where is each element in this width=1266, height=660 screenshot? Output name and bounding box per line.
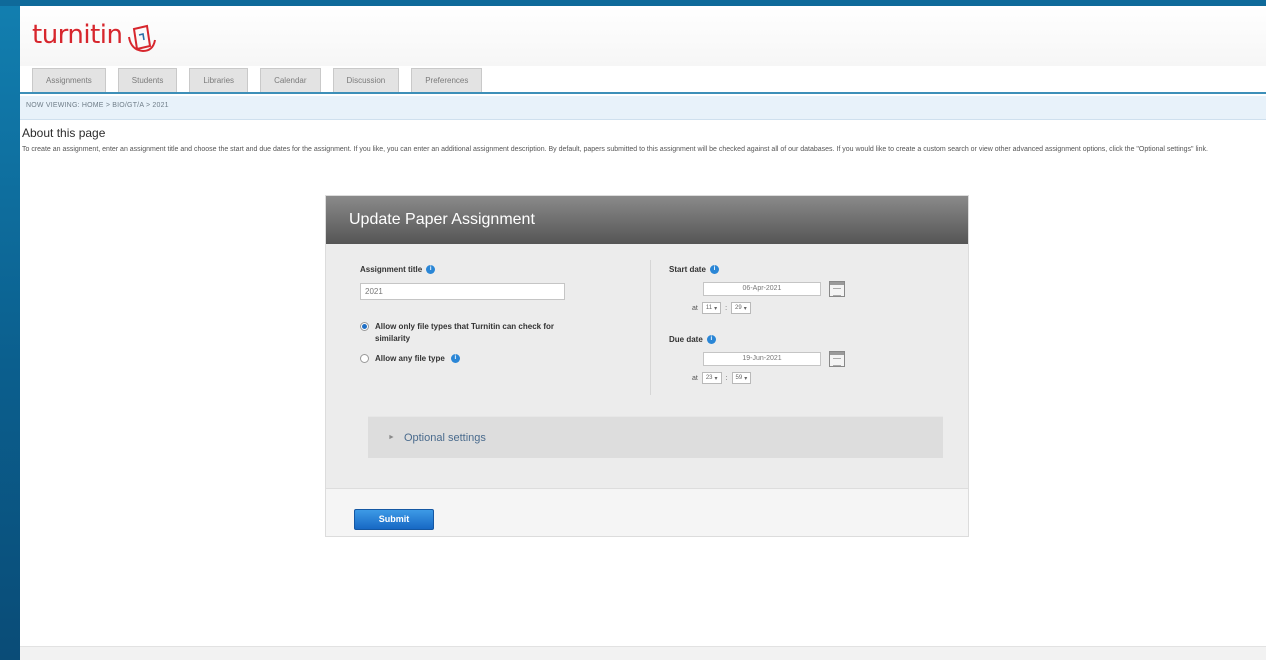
due-date-label-text: Due date: [669, 335, 703, 344]
due-minute-value: 59: [735, 375, 743, 381]
about-title: About this page: [22, 126, 106, 140]
info-icon[interactable]: i: [426, 265, 436, 274]
desktop-edge: [0, 0, 20, 660]
info-icon[interactable]: i: [450, 354, 460, 363]
panel-body: Assignment title i Allow only file types…: [326, 244, 968, 489]
column-divider: [650, 260, 651, 395]
info-icon[interactable]: i: [706, 335, 716, 344]
due-time: at 23 ▾ : 59 ▾: [692, 372, 752, 384]
info-icon[interactable]: i: [709, 265, 719, 274]
logo-text: turnitin: [32, 20, 123, 50]
at-label: at: [692, 304, 698, 312]
chevron-down-icon: ▾: [714, 305, 718, 312]
about-section: About this page To create an assignment,…: [20, 126, 1266, 156]
time-separator: :: [725, 374, 728, 382]
due-hour-select[interactable]: 23 ▾: [701, 372, 722, 384]
main-tabs: Assignments Students Libraries Calendar …: [20, 66, 1266, 94]
assignment-title-label-text: Assignment title: [360, 265, 423, 274]
breadcrumb: NOW VIEWING: HOME > BIO/GT/A > 2021: [20, 96, 1266, 120]
start-hour-value: 11: [705, 305, 713, 311]
due-date-input[interactable]: 19-Jun-2021: [703, 352, 821, 366]
tab-students[interactable]: Students: [117, 68, 178, 92]
chevron-down-icon: ▾: [744, 375, 748, 382]
radio-similarity[interactable]: [360, 322, 369, 331]
start-hour-select[interactable]: 11 ▾: [701, 302, 722, 314]
radio-similarity-label: Allow only file types that Turnitin can …: [375, 322, 554, 343]
start-date-input[interactable]: 06-Apr-2021: [703, 282, 821, 296]
tab-calendar[interactable]: Calendar: [260, 68, 321, 92]
optional-settings-toggle[interactable]: ► Optional settings: [368, 416, 943, 458]
about-text: To create an assignment, enter an assign…: [22, 146, 1208, 153]
start-minute-value: 29: [735, 305, 742, 311]
submit-button[interactable]: Submit: [354, 509, 434, 530]
start-date-label-text: Start date: [669, 265, 706, 274]
at-label: at: [692, 374, 698, 382]
tab-discussion[interactable]: Discussion: [332, 68, 400, 92]
tab-assignments[interactable]: Assignments: [32, 68, 106, 92]
turnitin-logo[interactable]: turnitin: [32, 18, 159, 58]
tab-preferences[interactable]: Preferences: [411, 68, 483, 92]
panel-title: Update Paper Assignment: [326, 196, 968, 244]
calendar-icon[interactable]: [829, 281, 845, 297]
site-header: turnitin: [20, 6, 1266, 66]
radio-similarity-option[interactable]: Allow only file types that Turnitin can …: [360, 321, 585, 345]
assignment-title-input[interactable]: [360, 283, 565, 300]
radio-any-label: Allow any file type: [375, 354, 445, 363]
chevron-down-icon: ▾: [714, 375, 718, 382]
turnitin-page: turnitin Assignments Students Libraries …: [20, 6, 1266, 660]
radio-any-option[interactable]: Allow any file type i: [360, 353, 460, 365]
due-hour-value: 23: [705, 375, 713, 381]
due-date-label: Due date i: [669, 335, 716, 344]
start-time: at 11 ▾ : 29 ▾: [692, 302, 751, 314]
optional-settings-label: Optional settings: [403, 431, 486, 444]
radio-any[interactable]: [360, 354, 369, 363]
logo-mark-icon: [127, 24, 156, 53]
page-footer: [20, 646, 1266, 660]
chevron-right-icon: ►: [388, 434, 395, 441]
tab-libraries[interactable]: Libraries: [189, 68, 249, 92]
assignment-panel: Update Paper Assignment Assignment title…: [325, 195, 969, 537]
calendar-icon[interactable]: [829, 351, 845, 367]
due-minute-select[interactable]: 59 ▾: [731, 372, 752, 384]
assignment-title-label: Assignment title i: [360, 265, 436, 274]
start-minute-select[interactable]: 29 ▾: [731, 302, 751, 314]
time-separator: :: [725, 304, 728, 312]
chevron-down-icon: ▾: [743, 305, 747, 312]
start-date-label: Start date i: [669, 265, 719, 274]
